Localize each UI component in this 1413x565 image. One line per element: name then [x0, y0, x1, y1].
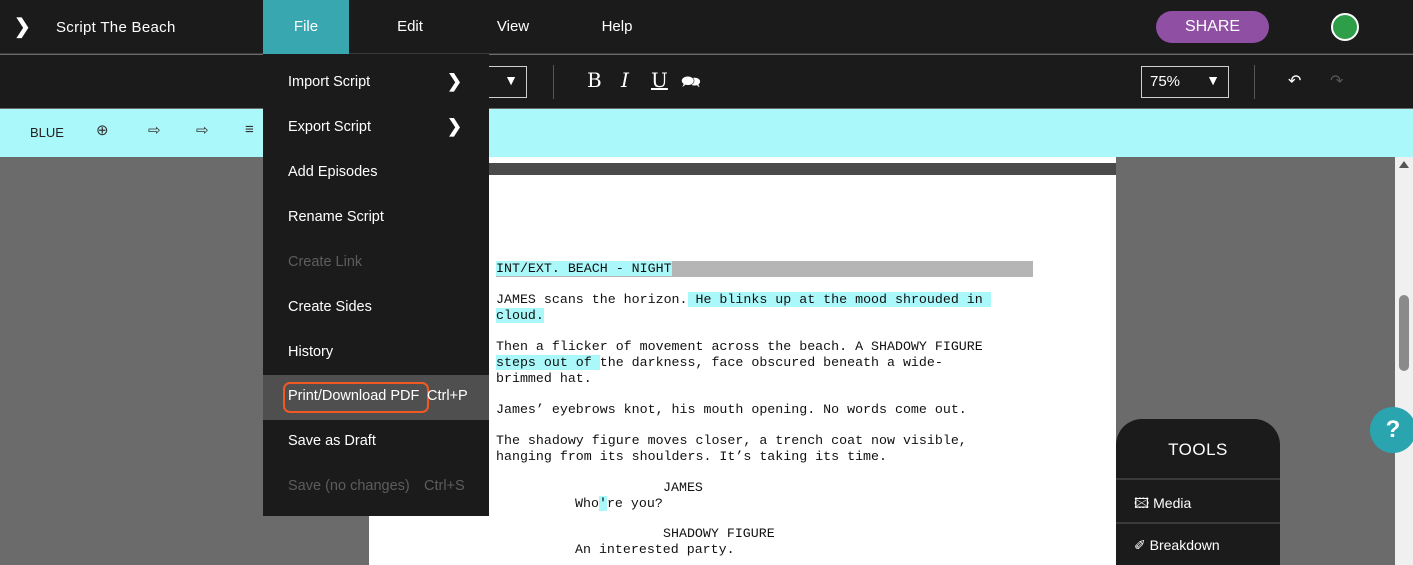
character-name[interactable]: SHADOWY FIGURE: [663, 526, 775, 542]
menu-item-label: History: [288, 344, 334, 360]
tools-media-label: Media: [1153, 495, 1192, 511]
underline-button[interactable]: U: [651, 68, 668, 92]
action-line[interactable]: hanging from its shoulders. It’s taking …: [496, 449, 1046, 465]
script-title[interactable]: Script The Beach: [56, 19, 176, 36]
dialogue-text: re you?: [606, 496, 663, 511]
zoom-value: 75%: [1150, 73, 1181, 90]
scene-heading-text: INT/EXT. BEACH - NIGHT: [496, 261, 672, 276]
dialogue-line[interactable]: Who're you?: [575, 496, 663, 512]
revised-text: He blinks up at the mood shrouded in: [687, 292, 991, 307]
revised-text: cloud.: [496, 308, 544, 323]
character-name[interactable]: JAMES: [663, 480, 703, 496]
expand-sidebar-icon[interactable]: ❯: [14, 14, 31, 39]
revision-toolbar: BLUE ⊕ ⇨ ⇨ ≡: [0, 109, 1413, 157]
user-status-indicator[interactable]: [1331, 13, 1359, 41]
action-line[interactable]: steps out of the darkness, face obscured…: [496, 355, 1046, 371]
menu-item-label: Add Episodes: [288, 164, 378, 180]
top-bar: ❯ Script The Beach File Edit View Help S…: [0, 0, 1413, 54]
chevron-right-icon: ❯: [447, 71, 463, 91]
scroll-thumb[interactable]: [1399, 295, 1409, 371]
bold-button[interactable]: B: [587, 68, 602, 92]
dialogue-line[interactable]: An interested party.: [575, 542, 735, 558]
menu-item-label: Create Sides: [288, 299, 372, 315]
share-button[interactable]: SHARE: [1156, 11, 1269, 43]
dialogue-text: Who: [575, 496, 599, 511]
revised-text: ': [598, 496, 607, 511]
scene-heading[interactable]: INT/EXT. BEACH - NIGHT: [496, 261, 1046, 277]
format-toolbar: ▼ B I U 🗪 75% ▼ ↶ ↷: [0, 55, 1413, 108]
action-line[interactable]: brimmed hat.: [496, 371, 1046, 387]
menu-view[interactable]: View: [483, 0, 543, 54]
menu-item-create-sides[interactable]: Create Sides: [263, 286, 489, 331]
comment-icon[interactable]: 🗪: [681, 71, 701, 98]
menu-item-rename-script[interactable]: Rename Script: [263, 196, 489, 241]
zoom-dropdown[interactable]: 75% ▼: [1141, 66, 1229, 98]
menu-item-print-download-pdf[interactable]: Print/Download PDF Ctrl+P: [263, 375, 489, 420]
divider: [1254, 65, 1255, 99]
menu-item-label: Save as Draft: [288, 433, 376, 449]
divider: [553, 65, 554, 99]
menu-item-save-as-draft[interactable]: Save as Draft: [263, 420, 489, 465]
magic-wand-icon: ✐: [1134, 537, 1146, 553]
action-line[interactable]: JAMES scans the horizon. He blinks up at…: [496, 292, 1046, 308]
add-revision-icon[interactable]: ⊕: [96, 121, 109, 139]
tools-breakdown-label: Breakdown: [1149, 537, 1220, 553]
menu-item-history[interactable]: History: [263, 331, 489, 376]
action-line[interactable]: Then a flicker of movement across the be…: [496, 339, 1046, 355]
revised-text: steps out of: [496, 355, 600, 370]
scroll-up-arrow-icon[interactable]: [1399, 161, 1409, 168]
chevron-right-icon: ❯: [447, 116, 463, 136]
vertical-scrollbar[interactable]: [1395, 157, 1413, 565]
menu-help[interactable]: Help: [587, 0, 647, 54]
media-icon: 🖾: [1134, 495, 1150, 511]
tools-media[interactable]: 🖾 Media: [1134, 493, 1191, 517]
menu-item-label: Create Link: [288, 254, 363, 270]
action-text: JAMES scans the horizon.: [496, 292, 688, 307]
revision-list-icon[interactable]: ≡: [245, 121, 254, 138]
divider: [1116, 478, 1280, 480]
menu-item-label: Save (no changes): [288, 478, 410, 494]
menu-item-create-link[interactable]: Create Link: [263, 241, 489, 286]
action-text: the darkness, face obscured beneath a wi…: [599, 355, 943, 370]
menu-item-save[interactable]: Save (no changes) Ctrl+S: [263, 465, 489, 510]
menu-item-label: Rename Script: [288, 209, 384, 225]
menu-edit[interactable]: Edit: [380, 0, 440, 54]
menu-item-label: Export Script: [288, 119, 371, 135]
action-line[interactable]: cloud.: [496, 308, 1046, 324]
menu-item-label: Import Script: [288, 74, 371, 90]
revision-page-icon[interactable]: ⇨: [196, 121, 209, 139]
italic-button[interactable]: I: [621, 68, 629, 92]
file-menu: Import Script ❯ Export Script ❯ Add Epis…: [263, 54, 489, 516]
tools-panel: TOOLS 🖾 Media ✐ Breakdown: [1116, 419, 1280, 565]
help-button[interactable]: ?: [1370, 407, 1413, 453]
redo-icon[interactable]: ↷: [1330, 71, 1343, 90]
chevron-down-icon: ▼: [504, 72, 518, 88]
menu-item-import-script[interactable]: Import Script ❯: [263, 61, 489, 106]
revision-color-label[interactable]: BLUE: [30, 125, 64, 140]
action-line[interactable]: The shadowy figure moves closer, a trenc…: [496, 433, 1046, 449]
revision-page-icon[interactable]: ⇨: [148, 121, 161, 139]
menu-item-export-script[interactable]: Export Script ❯: [263, 106, 489, 151]
menu-item-label: Print/Download PDF: [288, 388, 420, 404]
menu-item-add-episodes[interactable]: Add Episodes: [263, 151, 489, 196]
menu-file[interactable]: File: [263, 0, 349, 54]
action-line[interactable]: James’ eyebrows knot, his mouth opening.…: [496, 402, 1046, 418]
menu-item-shortcut: Ctrl+S: [424, 478, 465, 494]
undo-icon[interactable]: ↶: [1288, 71, 1301, 90]
tools-breakdown[interactable]: ✐ Breakdown: [1134, 537, 1220, 554]
menu-item-shortcut: Ctrl+P: [427, 388, 468, 404]
tools-title[interactable]: TOOLS: [1116, 440, 1280, 460]
divider: [1116, 522, 1280, 524]
chevron-down-icon: ▼: [1206, 72, 1220, 88]
